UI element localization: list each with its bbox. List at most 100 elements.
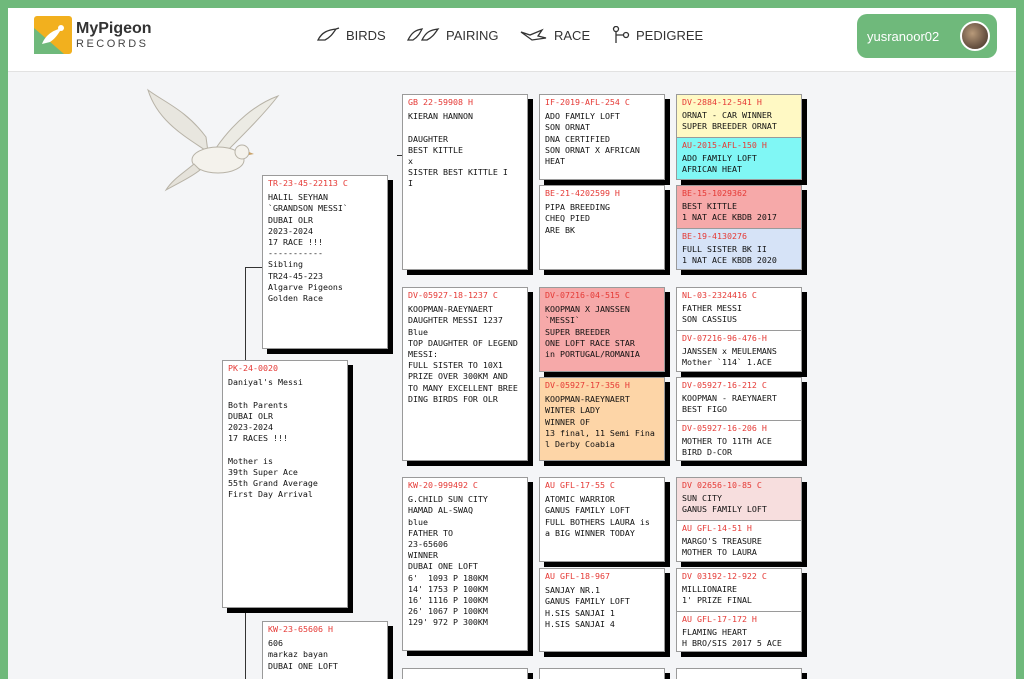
pedigree-card-dam-sire[interactable]: KW-20-999492 C G.CHILD SUN CITY HAMAD AL… — [402, 477, 528, 651]
pedigree-subcard[interactable]: DV-05927-16-206 H MOTHER TO 11TH ACE BIR… — [677, 420, 801, 460]
ring-number: AU-2015-AFL-150 H — [682, 140, 767, 150]
pedigree-card-subject[interactable]: PK-24-0020 Daniyal's Messi Both Parents … — [222, 360, 348, 608]
bird-notes: G.CHILD SUN CITY HAMAD AL-SWAQ blue FATH… — [408, 494, 488, 628]
bird-notes: KOOPMAN-RAEYNAERT DAUGHTER MESSI 1237 Bl… — [408, 304, 518, 404]
bird-notes: KOOPMAN - RAEYNAERT BEST FIGO — [682, 393, 777, 415]
ring-number: DV-2884-12-541 H — [682, 97, 762, 107]
username: yusranoor02 — [867, 28, 940, 44]
app-frame: MyPigeon RECORDS BIRDS PAIRING RACE PEDI… — [8, 8, 1016, 679]
flying-bird-icon — [520, 28, 547, 41]
bird-notes: ADO FAMILY LOFT SON ORNAT DNA CERTIFIED … — [545, 111, 640, 167]
ring-number: DV 03192-12-922 C — [682, 571, 767, 581]
nav-birds[interactable]: BIRDS — [316, 22, 386, 48]
bird-notes: ATOMIC WARRIOR GANUS FAMILY LOFT FULL BO… — [545, 494, 650, 538]
pedigree-subcard[interactable]: AU-2015-AFL-150 H ADO FAMILY LOFT AFRICA… — [677, 137, 801, 179]
pedigree-subcard[interactable]: DV 03192-12-922 C MILLIONAIRE 1' PRIZE F… — [677, 569, 801, 611]
pedigree-card-g5-pair-1[interactable]: DV-2884-12-541 H ORNAT - CAR WINNER SUPE… — [676, 94, 802, 180]
bird-icon — [316, 27, 340, 41]
pedigree-card-sdd[interactable]: DV-05927-17-356 H KOOPMAN-RAEYNAERT WINT… — [539, 377, 665, 461]
pedigree-card-dss[interactable]: AU GFL-17-55 C ATOMIC WARRIOR GANUS FAMI… — [539, 477, 665, 562]
ring-number: GB 22-59908 H — [408, 97, 473, 107]
ring-number: BE-21-4202599 H — [545, 188, 620, 198]
pedigree-card-dsd[interactable]: AU GFL-18-967 SANJAY NR.1 GANUS FAMILY L… — [539, 568, 665, 652]
pedigree-card-g5-pair-4[interactable]: DV-05927-16-212 C KOOPMAN - RAEYNAERT BE… — [676, 377, 802, 461]
pedigree-subcard[interactable]: DV-07216-96-476-H JANSSEN x MEULEMANS Mo… — [677, 330, 801, 371]
bird-notes: KOOPMAN-RAEYNAERT WINTER LADY WINNER OF … — [545, 394, 655, 450]
nav-pairing[interactable]: PAIRING — [406, 22, 499, 48]
bird-notes: KOOPMAN X JANSSEN `MESSI` SUPER BREEDER … — [545, 304, 640, 360]
user-menu[interactable]: yusranoor02 — [857, 14, 997, 58]
ring-number: KW-23-65606 H — [268, 624, 333, 634]
bird-notes: FATHER MESSI SON CASSIUS — [682, 303, 742, 325]
bird-notes: 606 markaz bayan DUBAI ONE LOFT — [268, 638, 338, 671]
logo[interactable]: MyPigeon RECORDS — [34, 16, 152, 54]
bird-notes: MARGO'S TREASURE MOTHER TO LAURA — [682, 536, 762, 558]
bird-notes: Daniyal's Messi Both Parents DUBAI OLR 2… — [228, 377, 318, 500]
ring-number: KW-20-999492 C — [408, 480, 478, 490]
ring-number: NL-03-2324416 C — [682, 290, 757, 300]
nav-race[interactable]: RACE — [520, 22, 590, 48]
pedigree-subcard[interactable]: NL-03-2324416 C FATHER MESSI SON CASSIUS — [677, 288, 801, 330]
pedigree-subcard[interactable]: AU GFL-14-51 H MARGO'S TREASURE MOTHER T… — [677, 520, 801, 561]
ring-number: AU GFL-18-967 — [545, 571, 610, 581]
bird-notes: MILLIONAIRE 1' PRIZE FINAL — [682, 584, 752, 606]
pedigree-card-g5-pair-2[interactable]: BE-15-1029362 BEST KITTLE 1 NAT ACE KBDB… — [676, 185, 802, 270]
ring-number: DV-05927-16-212 C — [682, 380, 767, 390]
nav-pedigree-label: PEDIGREE — [636, 27, 704, 43]
bird-notes: ORNAT - CAR WINNER SUPER BREEDER ORNAT — [682, 110, 777, 132]
bird-notes: PIPA BREEDING CHEQ PIED ARE BK — [545, 202, 610, 235]
ring-number: DV-05927-17-356 H — [545, 380, 630, 390]
pedigree-card-g5-pair-5[interactable]: DV 02656-10-85 C SUN CITY GANUS FAMILY L… — [676, 477, 802, 562]
ring-number: AU GFL-17-55 C — [545, 480, 615, 490]
ring-number: TR-23-45-22113 C — [268, 178, 348, 188]
top-navbar: MyPigeon RECORDS BIRDS PAIRING RACE PEDI… — [8, 8, 1016, 72]
nav-birds-label: BIRDS — [346, 27, 386, 43]
ring-number: DV-05927-18-1237 C — [408, 290, 498, 300]
pedigree-subcard[interactable]: AU GFL-17-172 H FLAMING HEART H BRO/SIS … — [677, 611, 801, 651]
logo-title: MyPigeon — [76, 19, 152, 37]
nav-pedigree[interactable]: PEDIGREE — [612, 22, 703, 48]
nav-pairing-label: PAIRING — [446, 27, 499, 43]
bird-notes: HALIL SEYHAN `GRANDSON MESSI` DUBAI OLR … — [268, 192, 348, 304]
ring-number: IF-2019-AFL-254 C — [545, 97, 630, 107]
bird-notes: FULL SISTER BK II 1 NAT ACE KBDB 2020 — [682, 244, 777, 266]
ring-number: PK-24-0020 — [228, 363, 278, 373]
pedigree-subcard[interactable]: DV 02656-10-85 C SUN CITY GANUS FAMILY L… — [677, 478, 801, 520]
pedigree-subcard[interactable]: BE-15-1029362 BEST KITTLE 1 NAT ACE KBDB… — [677, 186, 801, 228]
pair-birds-icon — [406, 28, 440, 41]
pedigree-card-sire-sire[interactable]: GB 22-59908 H KIERAN HANNON DAUGHTER BES… — [402, 94, 528, 270]
bird-notes: SANJAY NR.1 GANUS FAMILY LOFT H.SIS SANJ… — [545, 585, 630, 629]
ring-number: DV-07216-96-476-H — [682, 333, 767, 343]
ring-number: DV-05927-16-206 H — [682, 423, 767, 433]
bird-notes: ADO FAMILY LOFT AFRICAN HEAT — [682, 153, 757, 175]
logo-pigeon-icon — [34, 16, 72, 54]
pedigree-card-partial[interactable] — [402, 668, 528, 679]
ring-number: AU GFL-17-172 H — [682, 614, 757, 624]
pedigree-card-sss[interactable]: IF-2019-AFL-254 C ADO FAMILY LOFT SON OR… — [539, 94, 665, 180]
tree-icon — [612, 26, 630, 43]
bird-notes: JANSSEN x MEULEMANS Mother `114` 1.ACE — [682, 346, 777, 368]
bird-notes: SUN CITY GANUS FAMILY LOFT — [682, 493, 767, 515]
avatar[interactable] — [960, 21, 990, 51]
logo-subtitle: RECORDS — [76, 37, 149, 50]
pedigree-card-dam[interactable]: KW-23-65606 H 606 markaz bayan DUBAI ONE… — [262, 621, 388, 679]
ring-number: DV-07216-04-515 C — [545, 290, 630, 300]
pedigree-card-sire-dam[interactable]: DV-05927-18-1237 C KOOPMAN-RAEYNAERT DAU… — [402, 287, 528, 461]
pedigree-card-ssd[interactable]: BE-21-4202599 H PIPA BREEDING CHEQ PIED … — [539, 185, 665, 270]
bird-notes: FLAMING HEART H BRO/SIS 2017 5 ACE — [682, 627, 782, 649]
nav-race-label: RACE — [554, 27, 591, 43]
dove-image — [147, 88, 280, 192]
pedigree-card-partial[interactable] — [676, 668, 802, 679]
pedigree-card-sire[interactable]: TR-23-45-22113 C HALIL SEYHAN `GRANDSON … — [262, 175, 388, 349]
pedigree-card-sds[interactable]: DV-07216-04-515 C KOOPMAN X JANSSEN `MES… — [539, 287, 665, 372]
pedigree-card-g5-pair-3[interactable]: NL-03-2324416 C FATHER MESSI SON CASSIUS… — [676, 287, 802, 372]
pedigree-subcard[interactable]: DV-05927-16-212 C KOOPMAN - RAEYNAERT BE… — [677, 378, 801, 420]
bird-notes: MOTHER TO 11TH ACE BIRD D-COR — [682, 436, 772, 458]
ring-number: BE-19-4130276 — [682, 231, 747, 241]
pedigree-card-g5-pair-6[interactable]: DV 03192-12-922 C MILLIONAIRE 1' PRIZE F… — [676, 568, 802, 652]
pedigree-card-partial[interactable] — [539, 668, 665, 679]
pedigree-subcard[interactable]: BE-19-4130276 FULL SISTER BK II 1 NAT AC… — [677, 228, 801, 269]
ring-number: DV 02656-10-85 C — [682, 480, 762, 490]
ring-number: AU GFL-14-51 H — [682, 523, 752, 533]
pedigree-subcard[interactable]: DV-2884-12-541 H ORNAT - CAR WINNER SUPE… — [677, 95, 801, 137]
